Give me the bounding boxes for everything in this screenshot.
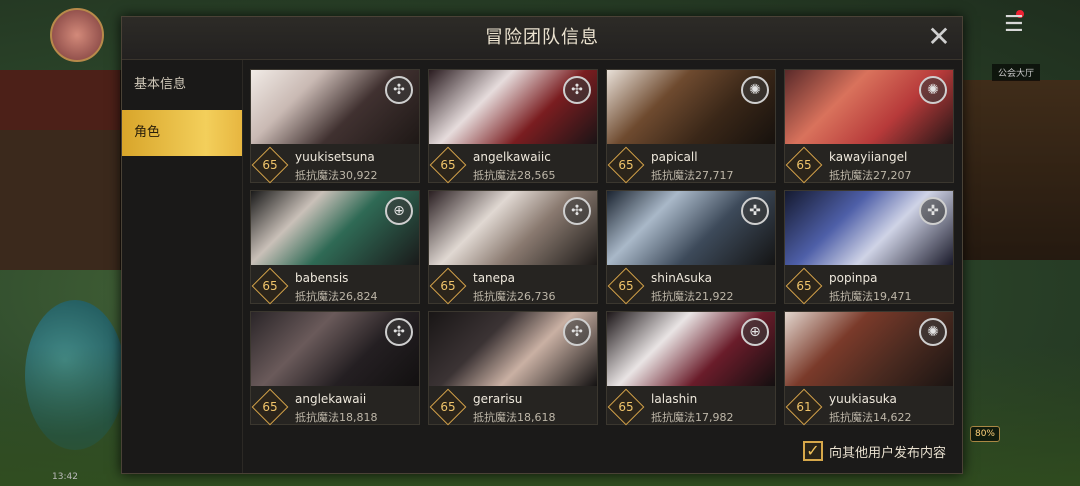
level-value: 65 bbox=[618, 400, 634, 414]
level-value: 65 bbox=[618, 279, 634, 293]
character-card[interactable]: ✺ 61 yuukiasuka 抵抗魔法14,622 bbox=[784, 311, 954, 426]
character-card[interactable]: ✺ 65 papicall 抵抗魔法27,717 bbox=[606, 69, 776, 184]
level-badge: 65 bbox=[785, 267, 823, 305]
level-badge: 61 bbox=[785, 388, 823, 426]
character-card[interactable]: ✺ 65 kawayiiangel 抵抗魔法27,207 bbox=[784, 69, 954, 184]
character-card[interactable]: ✜ 65 shinAsuka 抵抗魔法21,922 bbox=[606, 190, 776, 305]
character-stat: 抵抗魔法19,471 bbox=[829, 290, 912, 303]
publish-label: 向其他用户发布内容 bbox=[828, 445, 946, 461]
character-card[interactable]: ✣ 65 gerarisu 抵抗魔法18,618 bbox=[428, 311, 598, 426]
character-card[interactable]: ✜ 65 popinpa 抵抗魔法19,471 bbox=[784, 190, 954, 305]
character-stat: 抵抗魔法18,618 bbox=[473, 411, 556, 424]
player-avatar[interactable] bbox=[50, 8, 104, 62]
character-stat: 抵抗魔法18,818 bbox=[295, 411, 378, 424]
level-badge: 65 bbox=[251, 267, 289, 305]
character-stat: 抵抗魔法17,982 bbox=[651, 411, 734, 424]
guild-hall-label[interactable]: 公会大厅 bbox=[991, 64, 1040, 81]
character-card[interactable]: ✣ 65 tanepa 抵抗魔法26,736 bbox=[428, 190, 598, 305]
character-card[interactable]: ✣ 65 angelkawaiic 抵抗魔法28,565 bbox=[428, 69, 598, 184]
character-card[interactable]: ⊕ 65 lalashin 抵抗魔法17,982 bbox=[606, 311, 776, 426]
tab-characters[interactable]: 角色 bbox=[122, 110, 242, 156]
adventure-team-panel: 冒险团队信息 ✕ 基本信息 角色 ✣ 65 yuukisetsuna 抵抗魔法30,9… bbox=[121, 16, 963, 474]
character-card[interactable]: ✣ 65 anglekawaii 抵抗魔法18,818 bbox=[250, 311, 420, 426]
character-name: tanepa bbox=[473, 271, 516, 285]
character-name: lalashin bbox=[651, 392, 698, 406]
panel-title: 冒险团队信息 bbox=[485, 27, 599, 48]
level-badge: 65 bbox=[251, 388, 289, 426]
character-name: kawayiiangel bbox=[829, 150, 908, 164]
level-value: 65 bbox=[796, 279, 812, 293]
class-emblem-icon: ⊕ bbox=[385, 197, 413, 225]
character-name: gerarisu bbox=[473, 392, 523, 406]
clock-text: 13:42 bbox=[52, 472, 78, 482]
character-stat: 抵抗魔法21,922 bbox=[651, 290, 734, 303]
character-card[interactable]: ✣ 65 yuukisetsuna 抵抗魔法30,922 bbox=[250, 69, 420, 184]
level-value: 65 bbox=[440, 158, 456, 172]
character-stat: 抵抗魔法26,824 bbox=[295, 290, 378, 303]
class-emblem-icon: ✣ bbox=[563, 76, 591, 104]
level-value: 65 bbox=[440, 400, 456, 414]
level-badge: 65 bbox=[251, 146, 289, 184]
class-emblem-icon: ✣ bbox=[563, 197, 591, 225]
background-house bbox=[0, 70, 126, 270]
sidebar: 基本信息 角色 bbox=[122, 60, 243, 473]
level-value: 65 bbox=[618, 158, 634, 172]
publish-checkbox[interactable]: ✓ bbox=[802, 441, 823, 461]
level-badge: 65 bbox=[429, 146, 467, 184]
character-name: papicall bbox=[651, 150, 698, 164]
character-stat: 抵抗魔法27,717 bbox=[651, 169, 734, 182]
background-building bbox=[960, 80, 1080, 260]
level-badge: 65 bbox=[429, 388, 467, 426]
character-name: popinpa bbox=[829, 271, 878, 285]
level-badge: 65 bbox=[785, 146, 823, 184]
level-value: 65 bbox=[796, 158, 812, 172]
character-stat: 抵抗魔法26,736 bbox=[473, 290, 556, 303]
close-icon[interactable]: ✕ bbox=[924, 23, 954, 53]
level-badge: 65 bbox=[607, 146, 645, 184]
level-value: 65 bbox=[262, 158, 278, 172]
class-emblem-icon: ✣ bbox=[563, 318, 591, 346]
level-value: 65 bbox=[262, 400, 278, 414]
character-name: babensis bbox=[295, 271, 349, 285]
character-name: shinAsuka bbox=[651, 271, 712, 285]
publish-toggle[interactable]: ✓ 向其他用户发布内容 bbox=[802, 439, 946, 463]
class-emblem-icon: ✺ bbox=[919, 318, 947, 346]
character-stat: 抵抗魔法14,622 bbox=[829, 411, 912, 424]
level-value: 61 bbox=[796, 400, 812, 414]
character-name: anglekawaii bbox=[295, 392, 367, 406]
level-value: 65 bbox=[440, 279, 456, 293]
character-stat: 抵抗魔法28,565 bbox=[473, 169, 556, 182]
percent-badge: 80% bbox=[969, 426, 1000, 442]
menu-icon[interactable]: ☰ bbox=[1004, 14, 1032, 36]
level-badge: 65 bbox=[607, 388, 645, 426]
character-stat: 抵抗魔法30,922 bbox=[295, 169, 378, 182]
class-emblem-icon: ⊕ bbox=[741, 318, 769, 346]
title-bar: 冒险团队信息 ✕ bbox=[122, 17, 962, 60]
tab-basic-info[interactable]: 基本信息 bbox=[122, 62, 242, 108]
class-emblem-icon: ✜ bbox=[741, 197, 769, 225]
class-emblem-icon: ✣ bbox=[385, 76, 413, 104]
class-emblem-icon: ✺ bbox=[741, 76, 769, 104]
character-card[interactable]: ⊕ 65 babensis 抵抗魔法26,824 bbox=[250, 190, 420, 305]
character-name: yuukisetsuna bbox=[295, 150, 375, 164]
character-name: angelkawaiic bbox=[473, 150, 551, 164]
class-emblem-icon: ✜ bbox=[919, 197, 947, 225]
level-badge: 65 bbox=[607, 267, 645, 305]
level-badge: 65 bbox=[429, 267, 467, 305]
class-emblem-icon: ✺ bbox=[919, 76, 947, 104]
character-name: yuukiasuka bbox=[829, 392, 897, 406]
class-emblem-icon: ✣ bbox=[385, 318, 413, 346]
character-stat: 抵抗魔法27,207 bbox=[829, 169, 912, 182]
level-value: 65 bbox=[262, 279, 278, 293]
